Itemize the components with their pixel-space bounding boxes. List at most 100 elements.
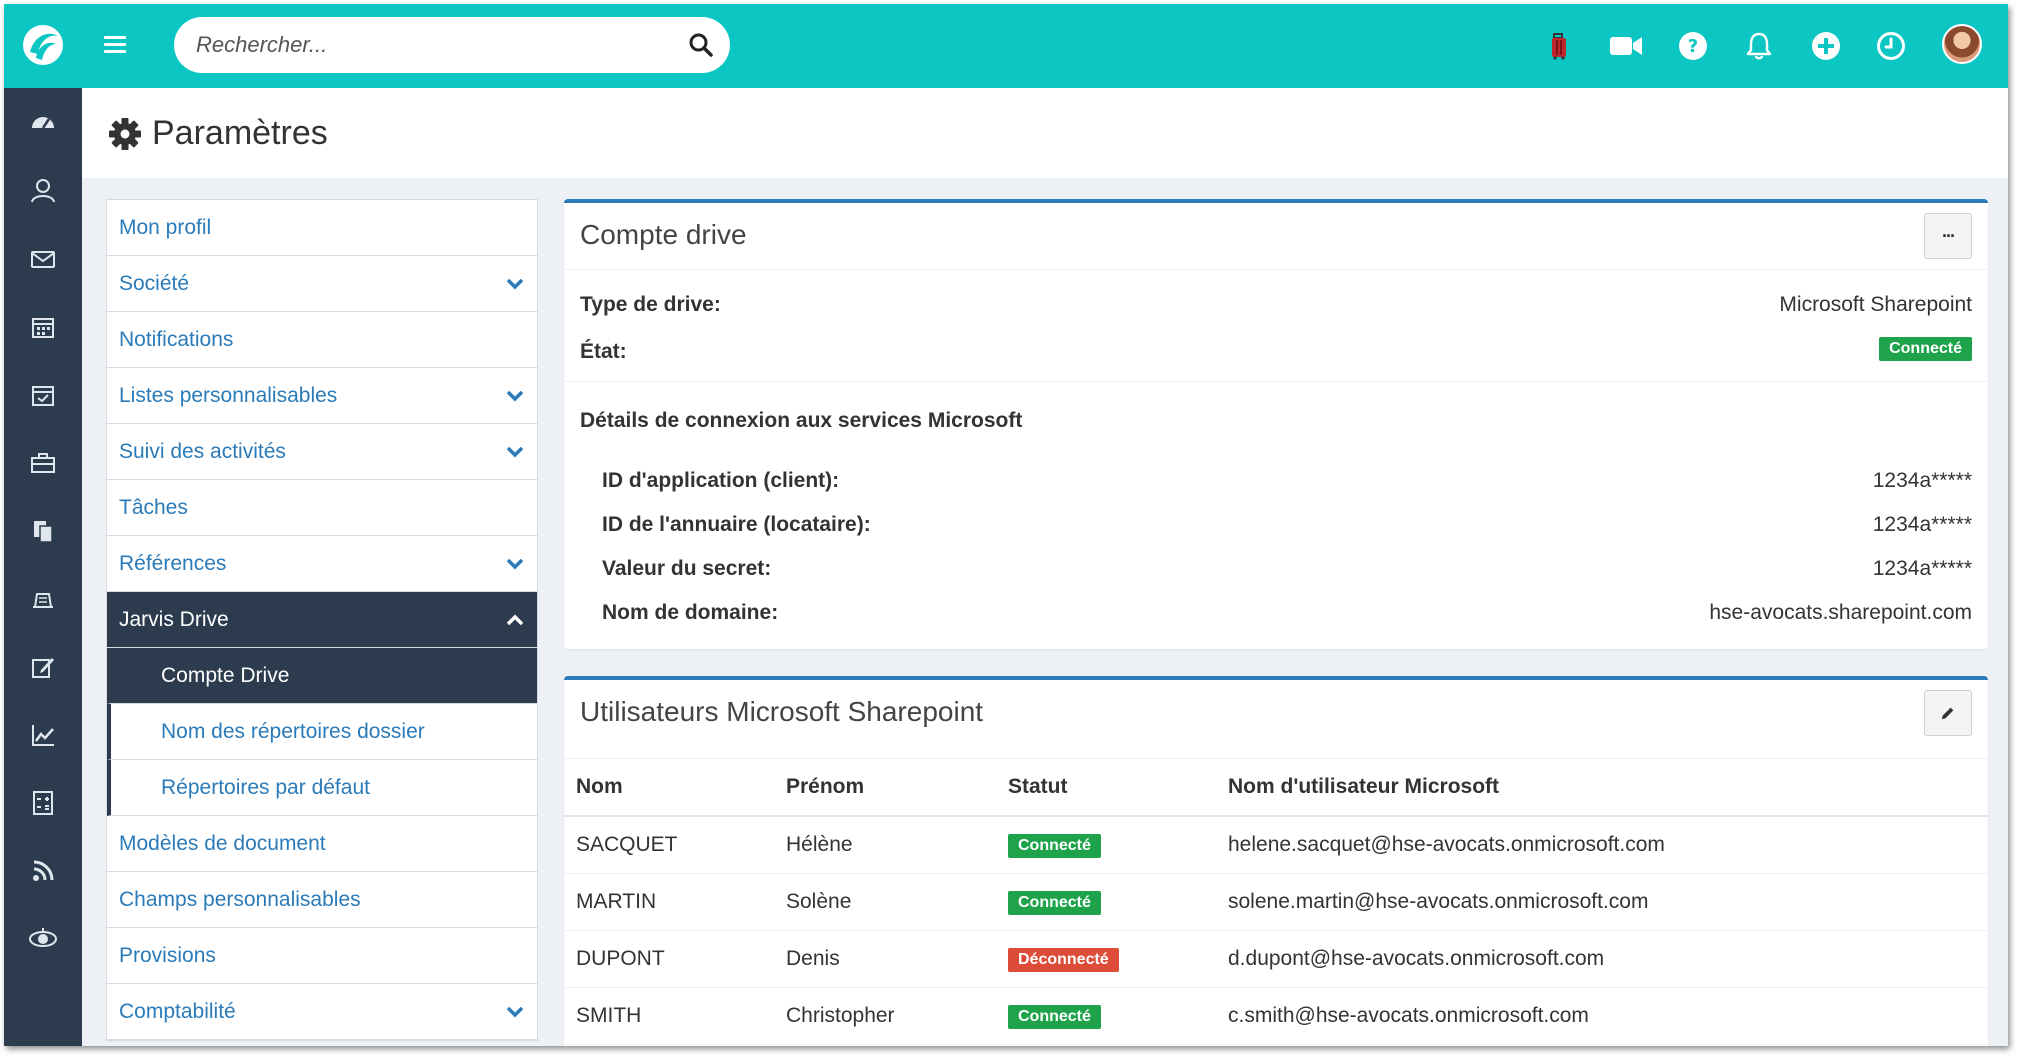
- logo-icon[interactable]: [20, 22, 66, 68]
- menu-item-label: Champs personnalisables: [119, 887, 361, 911]
- menu-item-listes-personnalisables[interactable]: Listes personnalisables: [107, 368, 537, 424]
- edit-users-button[interactable]: [1924, 690, 1972, 736]
- drive-account-panel: Compte drive ··· Type de drive: Microsof…: [564, 199, 1988, 649]
- menu-item-provisions[interactable]: Provisions: [107, 928, 537, 984]
- gear-icon: [109, 117, 141, 150]
- tenant-id-label: ID de l'annuaire (locataire):: [602, 513, 871, 536]
- user-status-cell: Connecté: [996, 987, 1216, 1045]
- ms-section-title: Détails de connexion aux services Micros…: [580, 409, 1023, 432]
- status-badge: Connecté: [1008, 1004, 1101, 1029]
- panel-title: Utilisateurs Microsoft Sharepoint: [580, 696, 984, 727]
- tasks-calendar-icon[interactable]: [28, 380, 58, 410]
- menu-item-jarvis-drive[interactable]: Jarvis Drive: [107, 592, 537, 648]
- menu-item-compte-drive[interactable]: Compte Drive: [107, 648, 537, 704]
- chevron-down-icon: [506, 1006, 524, 1018]
- mail-icon[interactable]: [28, 244, 58, 274]
- svg-text:?: ?: [1688, 36, 1698, 57]
- menu-item-label: Provisions: [119, 943, 216, 967]
- chart-icon[interactable]: [28, 720, 58, 750]
- briefcase-icon[interactable]: [28, 448, 58, 478]
- menu-item-societe[interactable]: Société: [107, 256, 537, 312]
- app-window: ?: [4, 4, 2008, 1046]
- contacts-icon[interactable]: [28, 176, 58, 206]
- column-header-nom[interactable]: Nom: [564, 758, 774, 817]
- rss-icon[interactable]: [28, 856, 58, 886]
- domain-label: Nom de domaine:: [602, 601, 779, 624]
- search-input[interactable]: [196, 17, 656, 73]
- menu-item-label: Listes personnalisables: [119, 383, 338, 407]
- invoice-icon[interactable]: [28, 584, 58, 614]
- menu-icon[interactable]: [104, 36, 126, 56]
- search-icon[interactable]: [688, 32, 714, 58]
- menu-item-label: Suivi des activités: [119, 439, 286, 463]
- app-sidebar: [4, 88, 82, 1046]
- more-options-button[interactable]: ···: [1924, 213, 1972, 259]
- menu-item-nom-repertoires-dossier[interactable]: Nom des répertoires dossier: [107, 704, 537, 760]
- table-row[interactable]: MARTIN Solène Connecté solene.martin@hse-av…: [564, 873, 1988, 931]
- luggage-icon[interactable]: [1542, 28, 1578, 64]
- avatar[interactable]: [1942, 24, 1982, 64]
- menu-item-label: Répertoires par défaut: [161, 775, 370, 799]
- menu-item-comptabilite[interactable]: Comptabilité: [107, 984, 537, 1040]
- user-last-name: SACQUET: [564, 816, 774, 874]
- users-table-body: SACQUET Hélène Connecté helene.sacquet@hse-…: [564, 816, 1988, 1045]
- users-table: Nom Prénom Statut Nom d'utilisateur Micr…: [564, 758, 1988, 1045]
- menu-item-label: Modèles de document: [119, 831, 326, 855]
- sharepoint-users-panel: Utilisateurs Microsoft Sharepoint Nom Pr…: [564, 676, 1988, 1046]
- user-first-name: Denis: [774, 930, 996, 988]
- user-microsoft-username: c.smith@hse-avocats.onmicrosoft.com: [1216, 987, 1988, 1045]
- app-id-value: 1234a*****: [1872, 469, 1972, 492]
- clock-icon[interactable]: [1873, 28, 1909, 64]
- dashboard-icon[interactable]: [28, 108, 58, 138]
- menu-item-taches[interactable]: Tâches: [107, 480, 537, 536]
- calculator-icon[interactable]: [28, 788, 58, 818]
- menu-item-label: Tâches: [119, 495, 188, 519]
- calendar-icon[interactable]: [28, 312, 58, 342]
- menu-item-label: Compte Drive: [161, 663, 290, 687]
- help-icon[interactable]: ?: [1675, 28, 1711, 64]
- plus-circle-icon[interactable]: [1808, 28, 1844, 64]
- domain-value: hse-avocats.sharepoint.com: [1709, 601, 1972, 624]
- menu-item-label: Nom des répertoires dossier: [161, 719, 425, 743]
- menu-item-repertoires-par-defaut[interactable]: Répertoires par défaut: [107, 760, 537, 816]
- user-last-name: SMITH: [564, 987, 774, 1045]
- jarvis-icon[interactable]: [28, 924, 58, 954]
- menu-item-suivi-activites[interactable]: Suivi des activités: [107, 424, 537, 480]
- status-badge: Déconnecté: [1008, 947, 1119, 972]
- secret-label: Valeur du secret:: [602, 557, 772, 580]
- menu-item-label: Jarvis Drive: [119, 607, 229, 631]
- page-title: Paramètres: [152, 114, 328, 152]
- user-last-name: DUPONT: [564, 930, 774, 988]
- menu-item-references[interactable]: Références: [107, 536, 537, 592]
- documents-icon[interactable]: [28, 516, 58, 546]
- menu-item-modeles-document[interactable]: Modèles de document: [107, 816, 537, 872]
- menu-item-label: Mon profil: [119, 215, 212, 239]
- chevron-down-icon: [506, 558, 524, 570]
- menu-item-label: Notifications: [119, 327, 234, 351]
- menu-item-label: Société: [119, 271, 190, 295]
- tenant-id-value: 1234a*****: [1872, 513, 1972, 536]
- menu-item-champs-personnalisables[interactable]: Champs personnalisables: [107, 872, 537, 928]
- menu-item-mon-profil[interactable]: Mon profil: [107, 200, 537, 256]
- table-row[interactable]: DUPONT Denis Déconnecté d.dupont@hse-avocat…: [564, 930, 1988, 988]
- chevron-up-icon: [506, 614, 524, 626]
- chevron-down-icon: [506, 278, 524, 290]
- status-badge: Connecté: [1879, 337, 1972, 361]
- top-bar: ?: [4, 4, 2008, 88]
- menu-item-notifications[interactable]: Notifications: [107, 312, 537, 368]
- table-row[interactable]: SMITH Christopher Connecté c.smith@hse-avoc…: [564, 987, 1988, 1045]
- table-row[interactable]: SACQUET Hélène Connecté helene.sacquet@hse-…: [564, 816, 1988, 874]
- user-status-cell: Connecté: [996, 873, 1216, 931]
- column-header-statut[interactable]: Statut: [996, 758, 1216, 817]
- user-last-name: MARTIN: [564, 873, 774, 931]
- bell-icon[interactable]: [1741, 28, 1777, 64]
- column-header-prenom[interactable]: Prénom: [774, 758, 996, 817]
- table-header-row: Nom Prénom Statut Nom d'utilisateur Micr…: [564, 758, 1988, 817]
- search-box: [174, 17, 730, 73]
- panel-title: Compte drive: [580, 219, 747, 250]
- video-camera-icon[interactable]: [1608, 28, 1644, 64]
- menu-item-label: Comptabilité: [119, 999, 236, 1023]
- column-header-username[interactable]: Nom d'utilisateur Microsoft: [1216, 758, 1988, 817]
- status-badge: Connecté: [1008, 833, 1101, 858]
- edit-icon[interactable]: [28, 652, 58, 682]
